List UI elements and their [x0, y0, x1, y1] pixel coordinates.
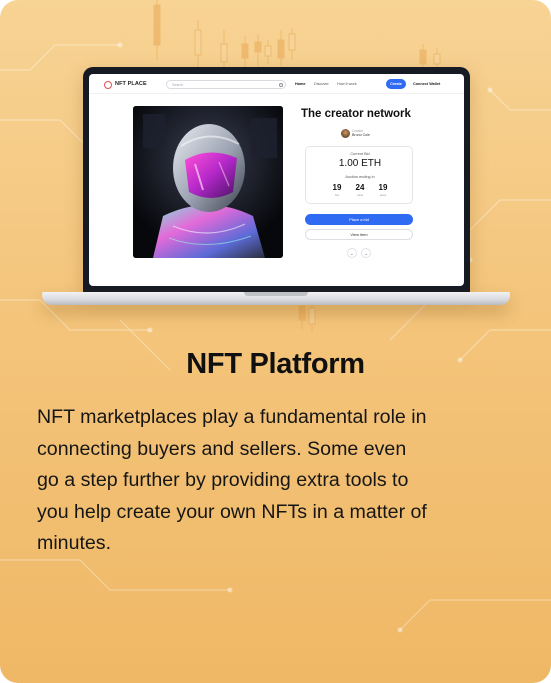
- search-placeholder: Search: [172, 82, 184, 87]
- search-input[interactable]: Search: [166, 80, 286, 89]
- nav-link-home[interactable]: Home: [295, 82, 306, 86]
- countdown-hours-value: 19: [332, 183, 342, 192]
- description-line: minutes.: [37, 532, 112, 554]
- creator-avatar[interactable]: [341, 129, 350, 138]
- view-item-button[interactable]: View item: [305, 229, 413, 240]
- countdown-minutes-value: 24: [355, 183, 365, 192]
- countdown-seconds-value: 19: [378, 183, 388, 192]
- countdown-seconds-unit: secs: [379, 193, 387, 197]
- place-bid-button[interactable]: Place a bid: [305, 214, 413, 225]
- nft-artwork-image[interactable]: [133, 106, 283, 258]
- nav-link-discover[interactable]: Discover: [314, 82, 329, 86]
- countdown-hours-unit: hrs: [334, 193, 340, 197]
- search-icon: [279, 83, 283, 87]
- top-nav: NFT PLACE Search Home Discover How it wo…: [89, 74, 464, 94]
- auction-ending-label: Auction ending in: [345, 175, 375, 179]
- arrow-left-icon[interactable]: ←: [347, 248, 357, 258]
- feature-description: NFT marketplaces play a fundamental role…: [37, 402, 517, 560]
- description-line: connecting buyers and sellers. Some even: [37, 437, 407, 460]
- nft-marketplace-page: NFT PLACE Search Home Discover How it wo…: [89, 74, 464, 286]
- laptop-notch: [244, 292, 308, 296]
- astronaut-artwork: [133, 106, 283, 258]
- description-line: you help create your own NFTs in a matte…: [37, 500, 427, 523]
- description-line: NFT marketplaces play a fundamental role…: [37, 406, 427, 428]
- nav-link-how-it-work[interactable]: How it work: [337, 82, 357, 86]
- description-line: go a step further by providing extra too…: [37, 469, 409, 491]
- connect-wallet-button[interactable]: Connect Wallet: [413, 82, 440, 86]
- nft-place-logo-icon: [104, 81, 112, 89]
- logo-text: NFT PLACE: [115, 81, 147, 87]
- create-button[interactable]: Create: [386, 79, 406, 89]
- feature-card: NFT PLACE Search Home Discover How it wo…: [0, 0, 551, 683]
- current-bid-value: 1.00 ETH: [338, 158, 382, 169]
- laptop-screen: NFT PLACE Search Home Discover How it wo…: [83, 67, 470, 293]
- nft-title: The creator network: [301, 108, 411, 120]
- creator-label: Creator: [352, 128, 364, 133]
- arrow-right-icon[interactable]: →: [361, 248, 371, 258]
- current-bid-label: Current Bid: [350, 152, 370, 156]
- countdown-minutes-unit: mins: [356, 193, 364, 197]
- bid-info-card: Current Bid 1.00 ETH Auction ending in 1…: [305, 146, 413, 204]
- creator-name[interactable]: Bruno Cole: [352, 133, 370, 137]
- feature-heading: NFT Platform: [186, 348, 365, 380]
